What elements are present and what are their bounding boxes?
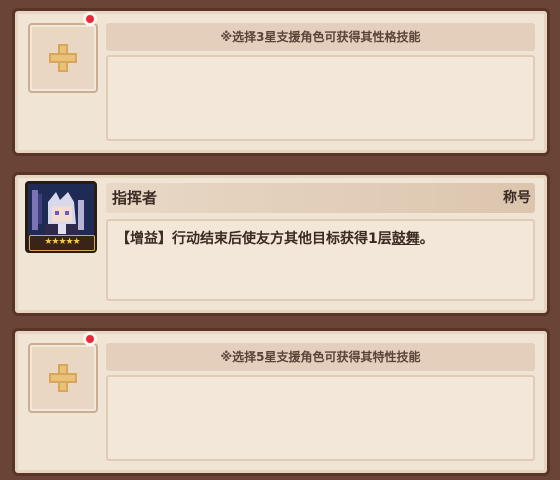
character-name: 指挥者 — [112, 189, 158, 207]
character-title-panel: ★★★★★ 指挥者 称号 【增益】行动结束后使友方其他目标获得1层鼓舞。 — [12, 172, 550, 316]
character-title-label: 称号 — [503, 190, 531, 206]
slot-hint-text: ※选择3星支援角色可获得其性格技能 — [220, 30, 421, 44]
star-rating: ★★★★★ — [29, 235, 95, 251]
skill-content-area — [106, 375, 535, 461]
add-support-slot-button[interactable] — [28, 23, 98, 93]
plus-icon — [49, 364, 77, 392]
slot-hint-text: ※选择5星支援角色可获得其特性技能 — [220, 350, 421, 364]
skill-description-end: 。 — [419, 231, 434, 247]
plus-icon — [49, 44, 77, 72]
notification-dot — [83, 12, 97, 26]
add-support-slot-button[interactable] — [28, 343, 98, 413]
slot-hint-bar: ※选择5星支援角色可获得其特性技能 — [106, 343, 535, 371]
skill-description-box: 【增益】行动结束后使友方其他目标获得1层鼓舞。 — [106, 219, 535, 301]
support-slot-panel-5star: ※选择5星支援角色可获得其特性技能 — [12, 328, 550, 476]
notification-dot — [83, 332, 97, 346]
skill-description-text: 【增益】行动结束后使友方其他目标获得1层 — [116, 231, 392, 247]
support-slot-panel-3star: ※选择3星支援角色可获得其性格技能 — [12, 8, 550, 156]
slot-hint-bar: ※选择3星支援角色可获得其性格技能 — [106, 23, 535, 51]
skill-description: 【增益】行动结束后使友方其他目标获得1层鼓舞。 — [116, 229, 525, 249]
skill-content-area — [106, 55, 535, 141]
name-bar: 指挥者 称号 — [106, 183, 535, 213]
inspire-keyword-link[interactable]: 鼓舞 — [392, 231, 420, 247]
